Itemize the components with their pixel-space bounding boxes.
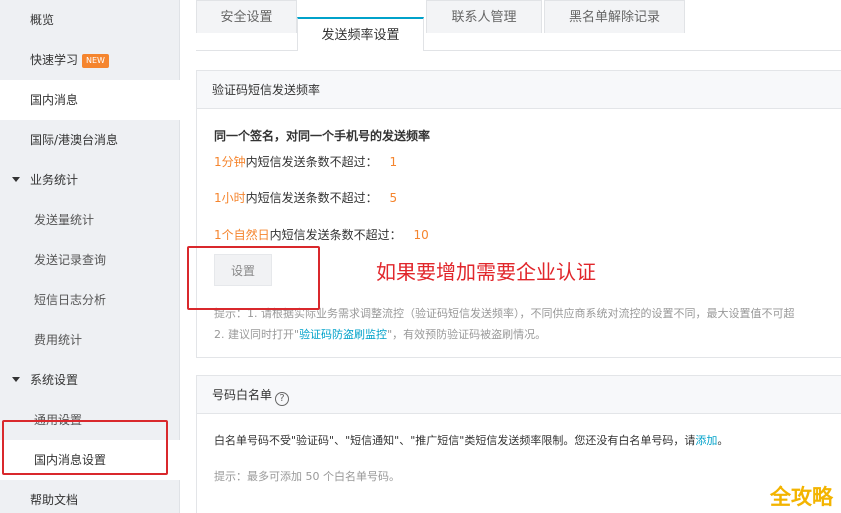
tab-label: 联系人管理	[451, 10, 517, 25]
sidebar-item-label: 国内消息	[30, 93, 79, 107]
desc-text: 白名单号码不受"验证码"、"短信通知"、"推广短信"类短信发送频率限制。您还没有…	[214, 434, 696, 447]
panel-title: 验证码短信发送频率	[197, 71, 841, 109]
sidebar-item-label: 业务统计	[30, 173, 79, 187]
rule-unit: 1小时	[214, 191, 246, 205]
sidebar-item-label: 短信日志分析	[34, 293, 107, 307]
sidebar-item-label: 帮助文档	[30, 493, 79, 507]
sidebar-item-label: 费用统计	[34, 333, 83, 347]
fraud-monitor-link[interactable]: 验证码防盗刷监控	[299, 328, 387, 341]
frequency-heading: 同一个签名，对同一个手机号的发送频率	[214, 129, 431, 143]
sidebar-item-domestic-messages[interactable]: 国内消息	[0, 80, 180, 120]
sidebar-group-system-settings[interactable]: 系统设置	[0, 360, 180, 400]
desc-text: 。	[717, 434, 729, 447]
sidebar-item-help-docs[interactable]: 帮助文档	[0, 480, 180, 513]
caret-down-icon	[12, 177, 20, 182]
highlight-box-sidebar	[2, 420, 168, 475]
whitelist-panel: 号码白名单? 白名单号码不受"验证码"、"短信通知"、"推广短信"类短信发送频率…	[196, 375, 841, 513]
sidebar-item-send-volume[interactable]: 发送量统计	[0, 200, 180, 240]
rule-text: 内短信发送条数不超过：	[245, 155, 378, 169]
sidebar-item-sms-log-analysis[interactable]: 短信日志分析	[0, 280, 180, 320]
add-whitelist-link[interactable]: 添加	[695, 434, 717, 447]
sidebar-item-label: 系统设置	[30, 373, 79, 387]
tab-label: 安全设置	[220, 10, 273, 25]
whitelist-title: 号码白名单	[212, 388, 273, 402]
sidebar-item-label: 国际/港澳台消息	[30, 133, 119, 147]
tab-security-settings[interactable]: 安全设置	[196, 0, 297, 33]
rule-value: 10	[413, 228, 429, 242]
sidebar-item-overview[interactable]: 概览	[0, 0, 180, 40]
caret-down-icon	[12, 377, 20, 382]
rule-row-day: 1个自然日内短信发送条数不超过： 10	[214, 226, 429, 243]
tip-text: "，有效预防验证码被盗刷情况。	[387, 328, 547, 341]
rule-text: 内短信发送条数不超过：	[245, 191, 378, 205]
rule-value: 1	[389, 155, 398, 169]
tip-text: 2. 建议同时打开"	[214, 328, 300, 341]
sidebar-item-quick-learn[interactable]: 快速学习 NEW	[0, 40, 180, 80]
sidebar-item-cost-stats[interactable]: 费用统计	[0, 320, 180, 360]
panel-title: 号码白名单?	[197, 376, 841, 414]
sidebar-item-send-records[interactable]: 发送记录查询	[0, 240, 180, 280]
tab-label: 发送频率设置	[321, 28, 400, 43]
tab-label: 黑名单解除记录	[568, 10, 660, 25]
tab-blacklist-records[interactable]: 黑名单解除记录	[544, 0, 685, 33]
rule-value: 5	[389, 191, 398, 205]
frequency-panel: 验证码短信发送频率 同一个签名，对同一个手机号的发送频率 1分钟内短信发送条数不…	[196, 70, 841, 358]
sidebar-item-label: 快速学习	[30, 53, 79, 67]
sidebar-item-international-messages[interactable]: 国际/港澳台消息	[0, 120, 180, 160]
highlight-box-set-button	[187, 246, 320, 310]
rule-text: 内短信发送条数不超过：	[269, 228, 402, 242]
sidebar-item-label: 发送记录查询	[34, 253, 107, 267]
rule-unit: 1个自然日	[214, 228, 270, 242]
tab-divider	[196, 50, 841, 51]
tab-frequency-settings[interactable]: 发送频率设置	[297, 17, 424, 51]
new-badge: NEW	[82, 54, 109, 68]
rule-unit: 1分钟	[214, 155, 246, 169]
sidebar-item-label: 发送量统计	[34, 213, 95, 227]
whitelist-description: 白名单号码不受"验证码"、"短信通知"、"推广短信"类短信发送频率限制。您还没有…	[214, 432, 728, 448]
rule-row-hour: 1小时内短信发送条数不超过： 5	[214, 189, 397, 206]
watermark-logo: 全攻略	[770, 485, 833, 509]
tab-contact-management[interactable]: 联系人管理	[426, 0, 542, 33]
annotation-text: 如果要增加需要企业认证	[376, 260, 596, 284]
sidebar-item-label: 概览	[30, 13, 55, 27]
sidebar-group-business-stats[interactable]: 业务统计	[0, 160, 180, 200]
tip-line-2: 2. 建议同时打开"验证码防盗刷监控"，有效预防验证码被盗刷情况。	[214, 326, 546, 342]
whitelist-tip: 提示：最多可添加 50 个白名单号码。	[214, 470, 400, 483]
help-icon[interactable]: ?	[275, 392, 290, 406]
rule-row-minute: 1分钟内短信发送条数不超过： 1	[214, 153, 397, 170]
